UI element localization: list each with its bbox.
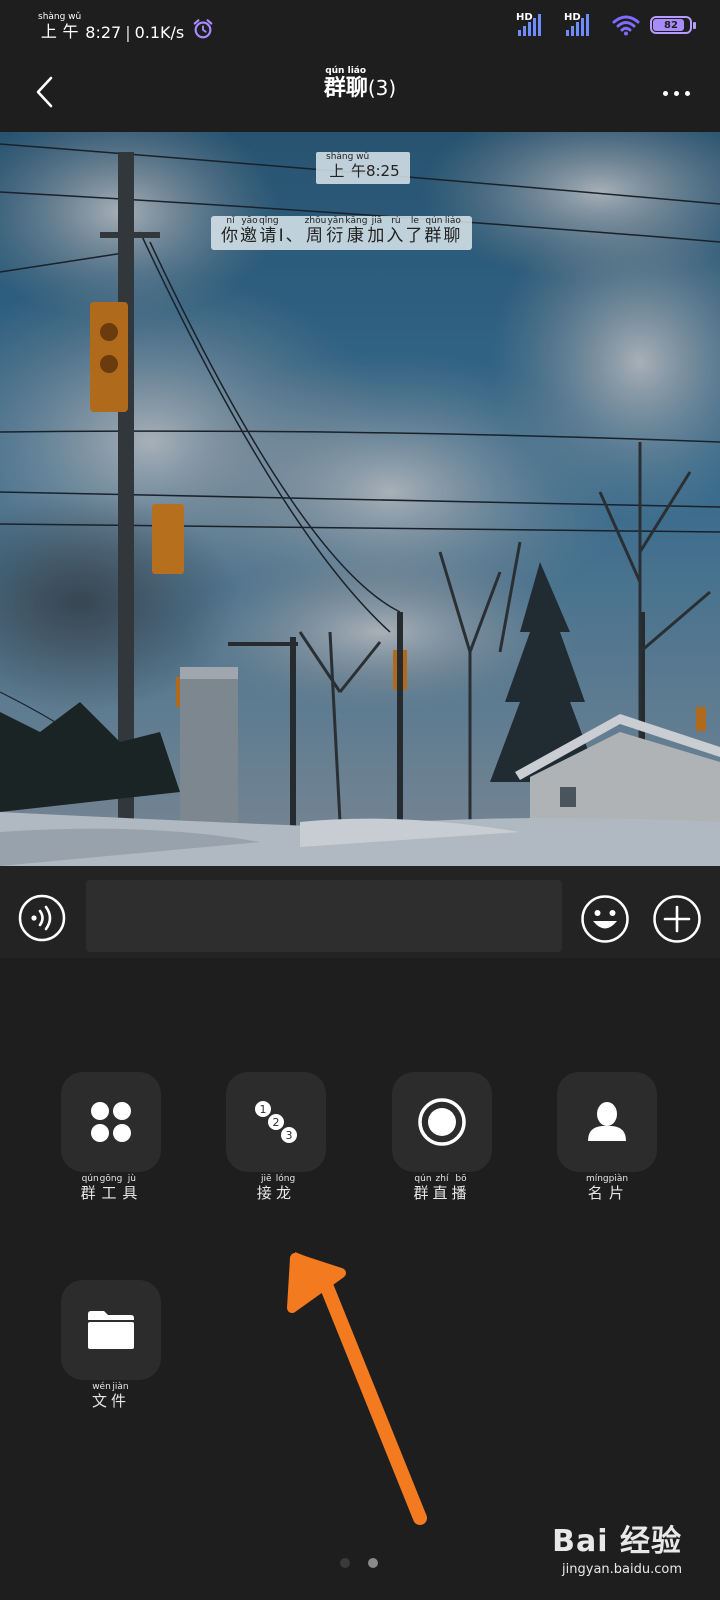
tool-tile (557, 1072, 657, 1172)
circle-number: 2 (273, 1116, 280, 1129)
system-message: 你nǐ邀yāo请qǐngI、周zhōu衍yǎn康kāng加jiā入rù了le群q… (211, 216, 473, 250)
tool-group-live[interactable]: 群qún直zhí播bō (392, 1072, 492, 1203)
network-speed: 0.1K/s (134, 23, 185, 42)
tool-label: 文wén件jiàn (91, 1382, 131, 1410)
watermark-logo: Bai 经验 (552, 1524, 682, 1559)
title-char: 聊liáo (345, 66, 368, 101)
member-count: (3) (367, 76, 397, 100)
signal-icon: HD (516, 12, 542, 36)
sys-char: 请qǐng (259, 216, 279, 246)
numbered-circles-icon: 1 2 3 (255, 1101, 297, 1143)
tool-tile (392, 1072, 492, 1172)
tool-label: 群qún工gōng具jù (80, 1174, 142, 1202)
tool-group-tools[interactable]: 群qún工gōng具jù (61, 1072, 161, 1203)
sys-char: 周zhōu (304, 216, 327, 246)
page-indicator (340, 1558, 378, 1568)
circle-number: 1 (260, 1103, 267, 1116)
tool-label: 接jiē龙lóng (256, 1174, 296, 1202)
sys-char: 群qún (424, 216, 444, 246)
sys-char: 你nǐ (221, 216, 240, 246)
battery-level: 82 (664, 19, 678, 31)
message-input[interactable] (86, 880, 562, 952)
signal-icon: HD (564, 12, 590, 36)
sys-char: 了le (405, 216, 425, 246)
page-title: 群qún聊liáo(3) (0, 66, 720, 102)
tool-tile: 1 2 3 (226, 1072, 326, 1172)
emoji-icon[interactable] (580, 894, 630, 944)
title-char: 群qún (323, 66, 346, 101)
tool-business-card[interactable]: 名míng片piàn (557, 1072, 657, 1203)
folder-icon (88, 1311, 134, 1349)
status-right: HD HD 82 (516, 12, 696, 36)
tool-solitaire[interactable]: 1 2 3 接jiē龙lóng (226, 1072, 326, 1203)
sys-char: 衍yǎn (326, 216, 346, 246)
chat-area[interactable]: 上午shàng wǔ8:25 你nǐ邀yāo请qǐngI、周zhōu衍yǎn康k… (0, 132, 720, 866)
tool-label: 群qún直zhí播bō (413, 1174, 471, 1202)
plus-icon[interactable] (652, 894, 702, 944)
page-dot-active[interactable] (368, 1558, 378, 1568)
sys-char: 邀yāo (240, 216, 259, 246)
circle-number: 3 (286, 1129, 293, 1142)
sys-char: 入rù (386, 216, 406, 246)
voice-icon[interactable] (18, 894, 66, 942)
tool-panel (0, 958, 720, 1600)
status-time: 8:27 (85, 23, 122, 42)
record-icon (418, 1098, 466, 1146)
sys-char: 康kāng (345, 216, 368, 246)
tool-file[interactable]: 文wén件jiàn (61, 1280, 161, 1411)
tool-label: 名míng片piàn (585, 1174, 629, 1202)
alarm-clock-icon (193, 19, 213, 39)
signal-1-label: HD (516, 12, 533, 23)
more-dots-icon (662, 90, 690, 96)
sys-char: 聊liáo (443, 216, 463, 246)
nav-bar: 群qún聊liáo(3) (0, 60, 720, 132)
watermark: Bai 经验 jingyan.baidu.com (552, 1516, 682, 1577)
status-bar: 上午shàng wǔ 8:27 | 0.1K/s HD HD 82 (0, 0, 720, 60)
battery-icon: 82 (650, 16, 696, 34)
grid-dots-icon (91, 1102, 131, 1142)
input-bar (0, 866, 720, 958)
person-icon (588, 1102, 626, 1141)
status-time-period: 上午shàng wǔ (38, 12, 82, 41)
signal-2-label: HD (564, 12, 581, 23)
timestamp-time: 8:25 (365, 162, 400, 180)
sys-char: 加jiā (367, 216, 387, 246)
sys-char: I、 (278, 226, 305, 246)
status-left: 上午shàng wǔ 8:27 | 0.1K/s (38, 12, 214, 42)
tool-tile (61, 1072, 161, 1172)
wifi-icon (612, 15, 640, 36)
more-options-button[interactable] (654, 78, 698, 108)
status-separator: | (125, 23, 131, 42)
message-timestamp: 上午shàng wǔ8:25 (316, 152, 410, 184)
timestamp-period: 上午shàng wǔ (326, 152, 370, 180)
watermark-url: jingyan.baidu.com (562, 1562, 682, 1577)
page-dot[interactable] (340, 1558, 350, 1568)
tool-tile (61, 1280, 161, 1380)
